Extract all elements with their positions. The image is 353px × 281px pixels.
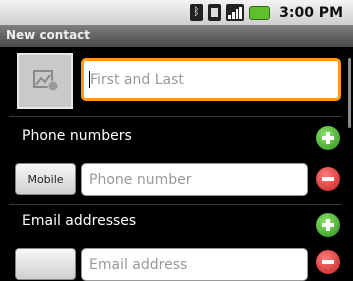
bluetooth-icon: [190, 4, 204, 21]
text-cursor: [89, 71, 90, 88]
divider: [9, 116, 342, 117]
contact-photo-button[interactable]: [17, 53, 73, 109]
name-input[interactable]: [81, 58, 341, 101]
divider: [9, 204, 342, 205]
add-phone-button[interactable]: [316, 126, 340, 150]
picture-placeholder-icon: [33, 70, 59, 92]
title-bar: New contact: [0, 25, 353, 47]
remove-phone-button[interactable]: [316, 167, 340, 191]
phone-type-button[interactable]: Mobile: [15, 163, 76, 195]
email-type-button[interactable]: [15, 248, 76, 280]
status-icons: 3:00 PM: [190, 3, 343, 22]
phone-section-label: Phone numbers: [22, 128, 132, 144]
sim-card-icon: [208, 4, 222, 21]
add-email-button[interactable]: [316, 213, 340, 237]
signal-strength-icon: [226, 4, 245, 21]
remove-email-button[interactable]: [316, 250, 340, 274]
page-title: New contact: [6, 28, 91, 42]
status-bar: 3:00 PM: [0, 0, 353, 25]
scrollbar[interactable]: [348, 58, 351, 128]
status-time: 3:00 PM: [279, 4, 343, 21]
email-address-input[interactable]: [81, 248, 308, 281]
email-section-label: Email addresses: [22, 213, 137, 229]
battery-icon: [249, 5, 271, 20]
phone-number-input[interactable]: [81, 163, 308, 196]
